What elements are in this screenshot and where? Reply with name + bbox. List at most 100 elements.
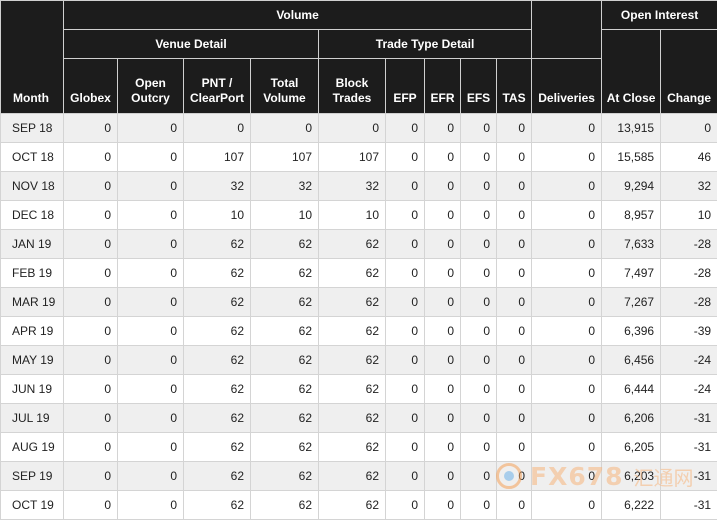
month-cell: MAR 19	[1, 288, 64, 317]
table-row: OCT 18001071071070000015,58546	[1, 143, 717, 172]
change-cell: -39	[661, 317, 717, 346]
month-cell: JAN 19	[1, 230, 64, 259]
table-row: NOV 1800323232000009,29432	[1, 172, 717, 201]
total-volume-cell: 62	[251, 375, 319, 404]
efr-cell: 0	[425, 317, 461, 346]
efp-cell: 0	[386, 259, 425, 288]
efs-cell: 0	[461, 317, 497, 346]
total-volume-cell: 62	[251, 491, 319, 520]
deliveries-cell: 0	[532, 317, 602, 346]
at-close-cell: 13,915	[602, 114, 661, 143]
open-outcry-cell: 0	[118, 375, 184, 404]
total-volume-cell: 10	[251, 201, 319, 230]
block-trades-cell: 62	[319, 346, 386, 375]
volume-header: Volume	[64, 1, 532, 30]
month-cell: SEP 18	[1, 114, 64, 143]
tas-cell: 0	[497, 433, 532, 462]
pnt-clearport-cell: 62	[184, 230, 251, 259]
total-volume-cell: 32	[251, 172, 319, 201]
month-cell: JUN 19	[1, 375, 64, 404]
table-row: AUG 1900626262000006,205-31	[1, 433, 717, 462]
change-cell: 46	[661, 143, 717, 172]
open-outcry-cell: 0	[118, 404, 184, 433]
table-body: SEP 18000000000013,9150OCT 1800107107107…	[1, 114, 717, 520]
efs-cell: 0	[461, 172, 497, 201]
efs-cell: 0	[461, 201, 497, 230]
deliveries-header: Deliveries	[532, 59, 602, 114]
efs-cell: 0	[461, 143, 497, 172]
at-close-cell: 6,444	[602, 375, 661, 404]
tas-cell: 0	[497, 375, 532, 404]
efr-cell: 0	[425, 375, 461, 404]
efs-cell: 0	[461, 433, 497, 462]
efs-cell: 0	[461, 259, 497, 288]
open-outcry-cell: 0	[118, 433, 184, 462]
globex-cell: 0	[64, 201, 118, 230]
at-close-cell: 7,497	[602, 259, 661, 288]
open-outcry-cell: 0	[118, 491, 184, 520]
block-trades-cell: 62	[319, 404, 386, 433]
efr-cell: 0	[425, 346, 461, 375]
efr-cell: 0	[425, 143, 461, 172]
at-close-cell: 6,222	[602, 491, 661, 520]
table-row: MAY 1900626262000006,456-24	[1, 346, 717, 375]
globex-cell: 0	[64, 375, 118, 404]
efr-cell: 0	[425, 462, 461, 491]
efr-cell: 0	[425, 433, 461, 462]
efs-cell: 0	[461, 404, 497, 433]
change-cell: 0	[661, 114, 717, 143]
deliveries-cell: 0	[532, 491, 602, 520]
globex-cell: 0	[64, 404, 118, 433]
total-volume-cell: 107	[251, 143, 319, 172]
efp-cell: 0	[386, 375, 425, 404]
efr-cell: 0	[425, 404, 461, 433]
deliveries-spacer	[532, 1, 602, 59]
efs-cell: 0	[461, 491, 497, 520]
tas-header: TAS	[497, 59, 532, 114]
efp-cell: 0	[386, 143, 425, 172]
deliveries-cell: 0	[532, 462, 602, 491]
globex-cell: 0	[64, 433, 118, 462]
open-interest-header: Open Interest	[602, 1, 717, 30]
table-row: JUL 1900626262000006,206-31	[1, 404, 717, 433]
month-cell: MAY 19	[1, 346, 64, 375]
efp-cell: 0	[386, 317, 425, 346]
change-cell: 32	[661, 172, 717, 201]
change-cell: -28	[661, 230, 717, 259]
total-volume-cell: 62	[251, 288, 319, 317]
efr-cell: 0	[425, 288, 461, 317]
pnt-clearport-cell: 62	[184, 375, 251, 404]
efp-cell: 0	[386, 433, 425, 462]
pnt-clearport-cell: 32	[184, 172, 251, 201]
efr-cell: 0	[425, 259, 461, 288]
globex-cell: 0	[64, 172, 118, 201]
efs-cell: 0	[461, 114, 497, 143]
change-cell: -31	[661, 404, 717, 433]
at-close-cell: 6,456	[602, 346, 661, 375]
deliveries-cell: 0	[532, 172, 602, 201]
month-cell: AUG 19	[1, 433, 64, 462]
tas-cell: 0	[497, 317, 532, 346]
tas-cell: 0	[497, 491, 532, 520]
efr-cell: 0	[425, 172, 461, 201]
efp-cell: 0	[386, 404, 425, 433]
total-volume-cell: 62	[251, 259, 319, 288]
deliveries-cell: 0	[532, 375, 602, 404]
efp-header: EFP	[386, 59, 425, 114]
at-close-cell: 7,633	[602, 230, 661, 259]
month-cell: DEC 18	[1, 201, 64, 230]
efp-cell: 0	[386, 172, 425, 201]
block-trades-cell: 107	[319, 143, 386, 172]
open-outcry-cell: 0	[118, 230, 184, 259]
pnt-clearport-cell: 62	[184, 433, 251, 462]
globex-cell: 0	[64, 317, 118, 346]
block-trades-cell: 62	[319, 462, 386, 491]
block-trades-cell: 62	[319, 259, 386, 288]
efs-cell: 0	[461, 375, 497, 404]
block-trades-cell: 10	[319, 201, 386, 230]
tas-cell: 0	[497, 172, 532, 201]
deliveries-cell: 0	[532, 433, 602, 462]
deliveries-cell: 0	[532, 201, 602, 230]
tas-cell: 0	[497, 259, 532, 288]
tas-cell: 0	[497, 201, 532, 230]
